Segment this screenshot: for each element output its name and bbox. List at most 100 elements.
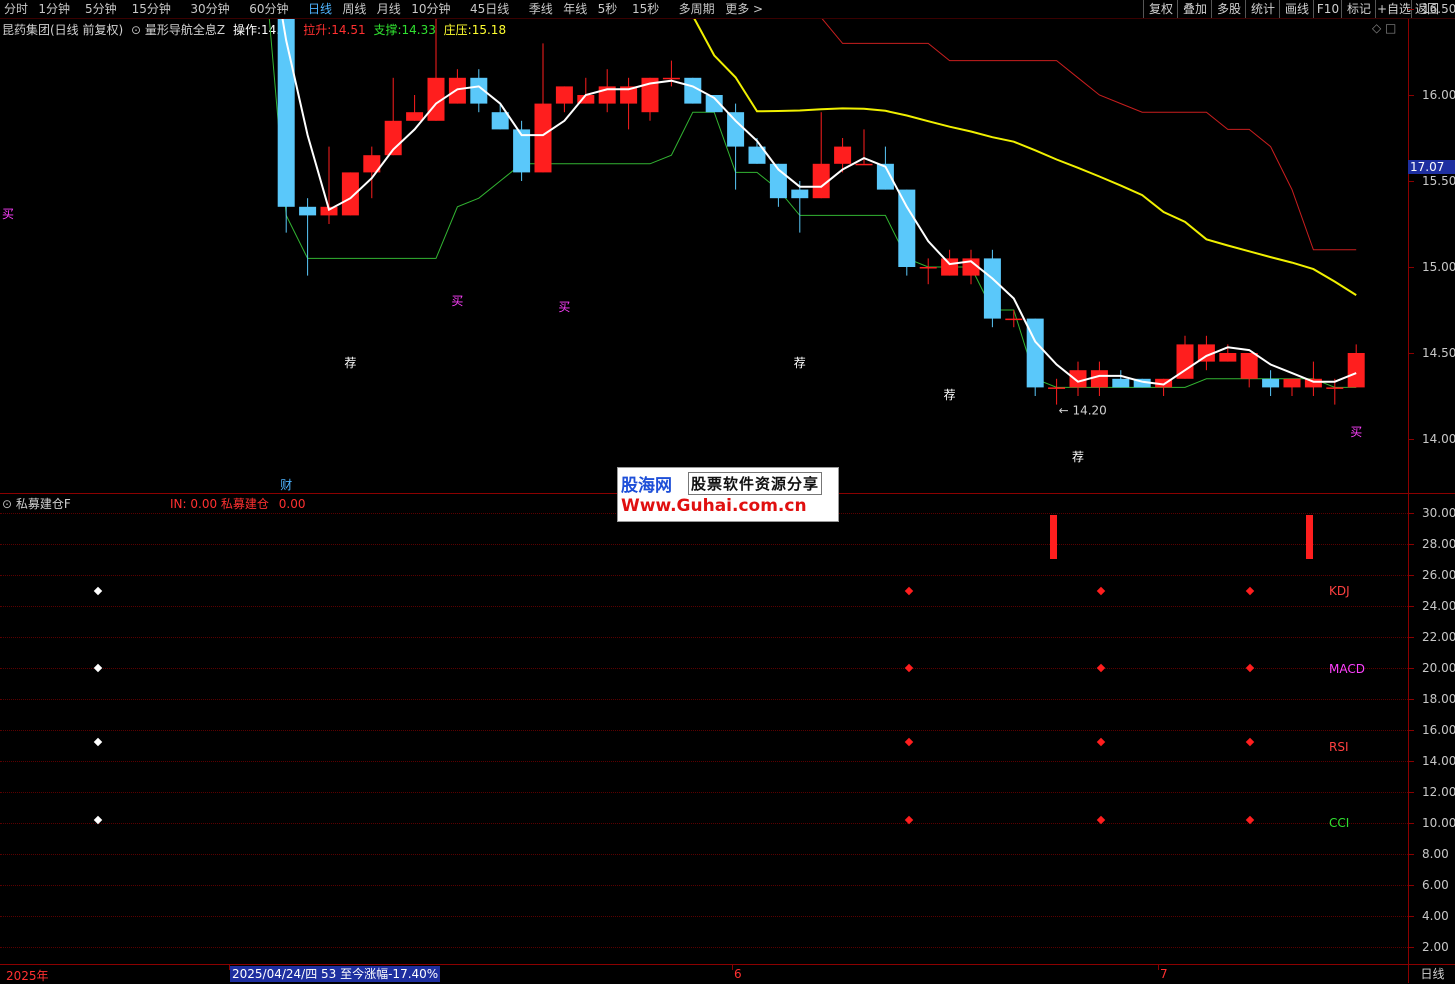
grid-line: [0, 761, 1408, 762]
candle-body: [727, 112, 745, 147]
grid-line: [0, 606, 1408, 607]
candle-body: [406, 112, 424, 121]
period-tab[interactable]: 5秒: [598, 1, 618, 17]
signal-bar: [1050, 514, 1057, 560]
signal-diamond: [1096, 586, 1106, 595]
axis-tick: [1408, 95, 1414, 96]
period-tab[interactable]: 周线: [342, 1, 366, 17]
candle-body: [491, 112, 509, 130]
cursor-info: 2025/04/24/四 53 至今涨幅-17.40%: [230, 966, 441, 982]
signal-diamond: [904, 663, 914, 673]
sub-indicator-name[interactable]: 私募建仓F: [16, 497, 71, 511]
signal-diamond: [93, 738, 103, 747]
toolbar-button[interactable]: 统计: [1245, 0, 1280, 18]
toolbar-button[interactable]: +自选: [1375, 0, 1412, 18]
month-7-label: 7: [1160, 967, 1168, 981]
buy-signal: 买: [558, 300, 570, 314]
sub-axis-label: 22.00: [1422, 630, 1455, 644]
candle-body: [791, 189, 809, 199]
current-price-tag: 17.07: [1408, 160, 1455, 174]
sub-axis-label: 30.00: [1422, 506, 1455, 520]
sub-axis-label: 8.00: [1422, 847, 1449, 861]
candle-body: [834, 146, 852, 164]
period-tab[interactable]: 10分钟: [411, 1, 450, 17]
period-tab[interactable]: 1分钟: [38, 1, 70, 17]
candle-body: [662, 77, 680, 80]
period-tab[interactable]: 15秒: [632, 1, 659, 17]
sub-indicator-toggle-icon[interactable]: ⊙: [2, 497, 12, 511]
period-tab[interactable]: 多周期: [679, 1, 715, 17]
period-tab[interactable]: 30分钟: [190, 1, 229, 17]
grid-line: [0, 544, 1408, 545]
grid-line: [0, 730, 1408, 731]
sub-axis-label: 4.00: [1422, 909, 1449, 923]
axis-tick: [1408, 885, 1414, 886]
axis-tick: [1408, 761, 1414, 762]
grid-line: [0, 637, 1408, 638]
period-tab[interactable]: 5分钟: [85, 1, 117, 17]
toolbar-button[interactable]: 叠加: [1177, 0, 1212, 18]
axis-tick: [1408, 439, 1414, 440]
sub-axis-label: 2.00: [1422, 940, 1449, 954]
axis-tick: [1408, 181, 1414, 182]
sub-axis-label: 28.00: [1422, 537, 1455, 551]
price-chart[interactable]: ← 18.64← 14.20买买买买荐荐荐荐财: [0, 19, 1408, 493]
grid-line: [0, 823, 1408, 824]
period-tab[interactable]: 月线: [377, 1, 401, 17]
period-tab[interactable]: 日线: [308, 1, 332, 17]
candle-body: [299, 206, 317, 216]
period-tab[interactable]: 季线: [529, 1, 553, 17]
sub-axis-label: 10.00: [1422, 816, 1455, 830]
toolbar-button[interactable]: 标记: [1341, 0, 1376, 18]
period-tab[interactable]: 分时: [4, 1, 28, 17]
toolbar-button[interactable]: 多股: [1211, 0, 1246, 18]
recommend-signal: 荐: [794, 356, 806, 370]
signal-diamond: [1245, 663, 1255, 673]
axis-tick: [1408, 916, 1414, 917]
grid-line: [0, 699, 1408, 700]
grid-line: [0, 947, 1408, 948]
sub-axis-label: 26.00: [1422, 568, 1455, 582]
candle-body: [1326, 387, 1344, 389]
axis-tick: [1408, 544, 1414, 545]
toolbar-button[interactable]: 复权: [1143, 0, 1178, 18]
axis-tick: [1408, 267, 1414, 268]
finance-marker: 财: [280, 478, 292, 492]
buy-signal: 买: [451, 294, 463, 308]
price-axis-label: 14.00: [1422, 432, 1455, 446]
period-tab[interactable]: 45日线: [470, 1, 509, 17]
recommend-signal: 荐: [944, 388, 956, 402]
period-tab[interactable]: 60分钟: [249, 1, 288, 17]
month-6-label: 6: [734, 967, 742, 981]
candle-body: [1347, 353, 1365, 388]
toolbar-button[interactable]: 画线: [1279, 0, 1314, 18]
period-indicator[interactable]: 日线: [1408, 965, 1455, 983]
price-axis-label: 15.50: [1422, 174, 1455, 188]
signal-diamond: [1096, 738, 1106, 747]
period-tab[interactable]: 15分钟: [132, 1, 171, 17]
watermark-url: Www.Guhai.com.cn: [621, 496, 807, 516]
toolbar-button[interactable]: F10: [1313, 0, 1342, 18]
candle-body: [855, 163, 873, 166]
candle-body: [898, 189, 916, 267]
watermark-logo: 股海网 股票软件资源分享 Www.Guhai.com.cn: [617, 467, 839, 522]
candle-body: [1112, 378, 1130, 388]
price-axis-label: 16.00: [1422, 88, 1455, 102]
buy-signal: 买: [1350, 425, 1362, 439]
price-axis-label: 16.50: [1422, 2, 1455, 16]
period-tab[interactable]: 更多 >: [725, 1, 763, 17]
axis-tick: [1408, 730, 1414, 731]
candle-body: [1048, 387, 1066, 389]
year-label: 2025年: [6, 969, 49, 983]
watermark-brand: 股海网: [621, 476, 672, 496]
axis-tick: [1408, 353, 1414, 354]
axis-tick: [1408, 575, 1414, 576]
sub-axis-label: 14.00: [1422, 754, 1455, 768]
series-value: 0.00: [278, 497, 306, 511]
sub-indicator-values: IN: 0.00 私募建仓 0.00: [170, 495, 305, 512]
candle-body: [534, 103, 552, 173]
candle-body: [1262, 378, 1280, 388]
time-tick: [229, 965, 230, 970]
low-price-label: ← 14.20: [1059, 404, 1107, 418]
period-tab[interactable]: 年线: [563, 1, 587, 17]
